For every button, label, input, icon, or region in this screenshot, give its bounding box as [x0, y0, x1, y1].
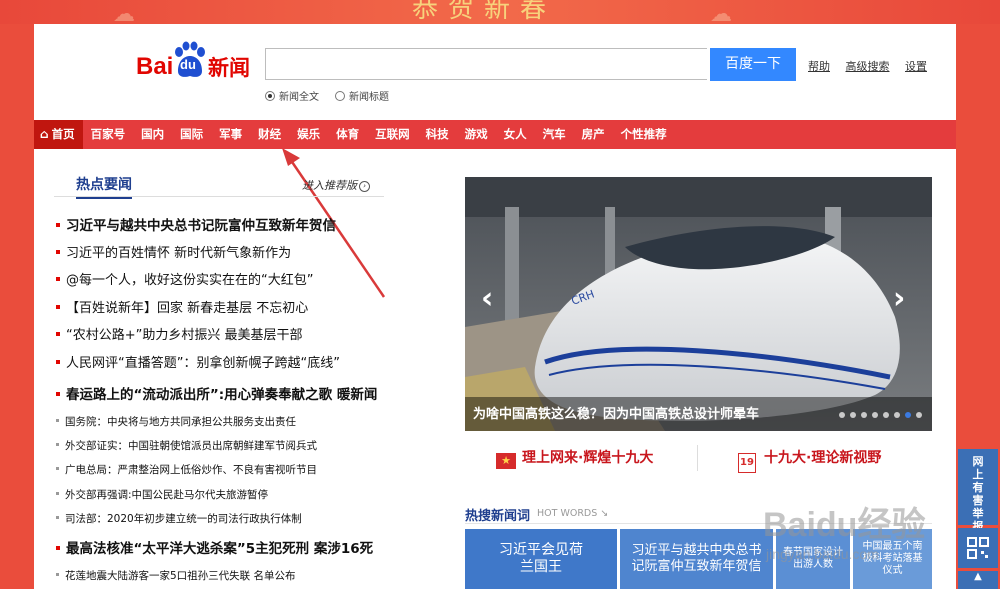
carousel-dot[interactable] [861, 412, 867, 418]
news-item[interactable]: 习近平的百姓情怀 新时代新气象新作为 [56, 242, 291, 261]
home-icon: ⌂ [40, 127, 49, 141]
carousel-dot[interactable] [883, 412, 889, 418]
watermark-url: jingyan.baidu.com [766, 546, 879, 562]
news-item[interactable]: 广电总局：严肃整治网上低俗炒作、不良有害视听节目 [56, 462, 317, 477]
search-input[interactable] [265, 48, 707, 80]
news-item[interactable]: 司法部：2020年初步建立统一的司法行政执行体制 [56, 511, 302, 526]
promo-19th-congress[interactable]: ★ 理上网来·辉煌十九大 [496, 447, 653, 469]
news-item[interactable]: 花莲地震大陆游客一家5口祖孙三代失联 名单公布 [56, 568, 296, 583]
dot-icon [56, 443, 59, 446]
baidu-news-logo[interactable]: Bai du 新闻 [136, 39, 256, 83]
nav-baijiahao[interactable]: 百家号 [83, 120, 134, 149]
nav-women[interactable]: 女人 [496, 120, 535, 149]
bullet-icon [56, 360, 60, 364]
scope-title-radio[interactable]: 新闻标题 [335, 88, 389, 103]
news-item[interactable]: 外交部证实：中国驻朝使馆派员出席朝鲜建军节阅兵式 [56, 438, 317, 453]
left-background [0, 24, 34, 589]
watermark-logo: Baidu经验 [763, 506, 926, 544]
logo-bai: Bai [136, 53, 174, 80]
nav-realestate[interactable]: 房产 [574, 120, 613, 149]
carousel-caption[interactable]: 为啥中国高铁这么稳？因为中国高铁总设计师晕车 [473, 403, 759, 422]
nav-home[interactable]: ⌂ 首页 [34, 120, 83, 149]
nav-games[interactable]: 游戏 [457, 120, 496, 149]
bullet-icon [56, 332, 60, 336]
bullet-icon [56, 305, 60, 309]
flag-icon: ★ [496, 453, 516, 469]
bullet-icon [56, 546, 60, 550]
nav-domestic[interactable]: 国内 [133, 120, 172, 149]
promo-divider [697, 445, 698, 471]
carousel-dot[interactable] [916, 412, 922, 418]
back-to-top-button[interactable]: ▲ [958, 571, 998, 589]
bullet-icon [56, 277, 60, 281]
carousel-dot[interactable] [905, 412, 911, 418]
dot-icon [56, 419, 59, 422]
next-arrow-icon[interactable]: › [893, 281, 905, 316]
bullet-icon [56, 250, 60, 254]
radio-unchecked-icon [335, 91, 345, 101]
nav-international[interactable]: 国际 [172, 120, 211, 149]
arrow-icon: ↘ [600, 508, 609, 519]
dot-icon [56, 467, 59, 470]
hot-news-header: 热点要闻 进入推荐版 › [54, 174, 384, 199]
search-scope: 新闻全文 新闻标题 [265, 88, 389, 103]
arrow-circle-icon: › [359, 181, 370, 192]
hot-words-subtitle: HOT WORDS ↘ [537, 508, 609, 519]
carousel-dot[interactable] [872, 412, 878, 418]
news-item[interactable]: 外交部再强调:中国公民赴马尔代夫旅游暂停 [56, 487, 268, 502]
news-item[interactable]: 习近平与越共中央总书记阮富仲互致新年贺信 [56, 214, 336, 234]
hot-news-title: 热点要闻 [76, 174, 132, 199]
nav-military[interactable]: 军事 [211, 120, 250, 149]
carousel-dot[interactable] [850, 412, 856, 418]
nav-personalized[interactable]: 个性推荐 [613, 120, 675, 149]
hot-words-title: 热搜新闻词 [465, 509, 531, 524]
enter-recommend-link[interactable]: 进入推荐版 › [302, 177, 370, 193]
badge-icon: 19 [738, 453, 756, 473]
report-harmful-button[interactable]: 网上有害举报 ⊙ [958, 449, 998, 548]
news-item[interactable]: @每一个人，收好这份实实在在的“大红包” [56, 269, 313, 288]
dot-icon [56, 516, 59, 519]
promo-theory-vision[interactable]: 19 十九大·理论新视野 [738, 447, 881, 473]
news-item[interactable]: “农村公路+”助力乡村振兴 最美基层干部 [56, 324, 303, 343]
up-arrow-icon: ▲ [974, 571, 982, 582]
help-link[interactable]: 帮助 [808, 60, 830, 73]
qr-code-button[interactable] [958, 528, 998, 568]
dot-icon [56, 492, 59, 495]
news-item[interactable]: 国务院：中央将与地方共同承担公共服务支出责任 [56, 414, 296, 429]
radio-checked-icon [265, 91, 275, 101]
logo-news: 新闻 [208, 56, 250, 80]
nav-auto[interactable]: 汽车 [535, 120, 574, 149]
header-links: 帮助 高级搜索 设置 [808, 58, 939, 74]
nav-tech[interactable]: 科技 [418, 120, 457, 149]
bullet-icon [56, 223, 60, 227]
advanced-search-link[interactable]: 高级搜索 [846, 60, 890, 73]
qr-code-icon [967, 537, 989, 559]
festive-banner-text: 恭贺新春 [412, 0, 557, 24]
news-item[interactable]: 春运路上的“流动派出所”:用心弹奏奉献之歌 暖新闻 [56, 383, 377, 403]
scope-fulltext-radio[interactable]: 新闻全文 [265, 88, 319, 103]
main-nav: ⌂ 首页 百家号 国内 国际 军事 财经 娱乐 体育 互联网 科技 游戏 女人 汽… [34, 120, 956, 149]
carousel-dot[interactable] [894, 412, 900, 418]
prev-arrow-icon[interactable]: ‹ [481, 281, 493, 316]
news-item[interactable]: 最高法核准“太平洋大逃杀案”5主犯死刑 案涉16死 [56, 537, 373, 557]
settings-link[interactable]: 设置 [905, 60, 927, 73]
bullet-icon [56, 392, 60, 396]
news-carousel[interactable]: CRH 为啥中国高铁这么稳？因为中国高铁总设计师晕车 ‹ › [465, 177, 932, 431]
news-item[interactable]: 人民网评“直播答题”：别拿创新幌子跨越“底线” [56, 352, 340, 371]
hot-word-tile[interactable]: 习近平会见荷兰国王 [465, 529, 617, 589]
search-button[interactable]: 百度一下 [710, 48, 796, 81]
dot-icon [56, 573, 59, 576]
high-speed-train-image: CRH [465, 177, 932, 431]
logo-du: du [180, 57, 196, 72]
carousel-dot[interactable] [839, 412, 845, 418]
news-item[interactable]: 【百姓说新年】回家 新春走基层 不忘初心 [56, 297, 308, 316]
carousel-dots [839, 412, 922, 418]
hot-word-tile[interactable]: 习近平与越共中央总书记阮富仲互致新年贺信 [620, 529, 773, 589]
